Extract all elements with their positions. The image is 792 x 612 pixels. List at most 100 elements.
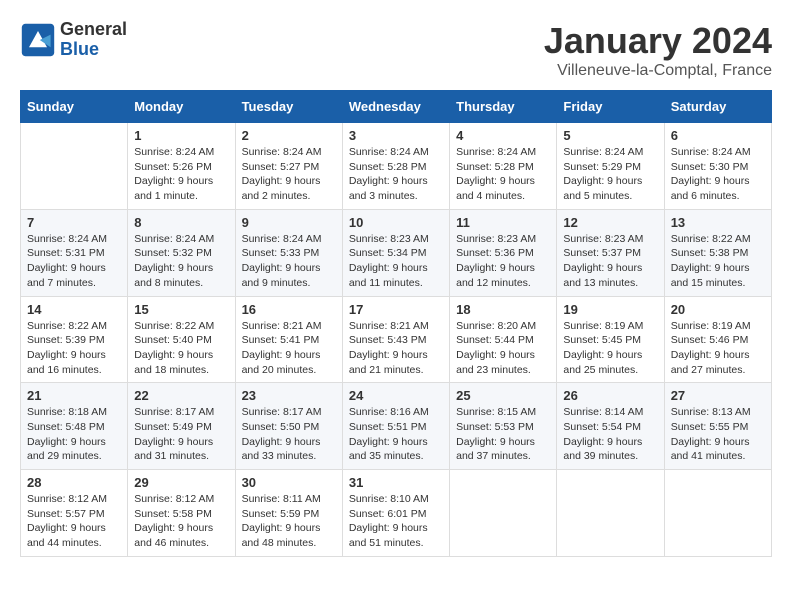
calendar-table: SundayMondayTuesdayWednesdayThursdayFrid… xyxy=(20,90,772,557)
day-number: 7 xyxy=(27,215,121,230)
day-info: Sunrise: 8:19 AM Sunset: 5:45 PM Dayligh… xyxy=(563,319,657,378)
day-number: 30 xyxy=(242,475,336,490)
day-info: Sunrise: 8:22 AM Sunset: 5:38 PM Dayligh… xyxy=(671,232,765,291)
calendar-cell: 11 Sunrise: 8:23 AM Sunset: 5:36 PM Dayli… xyxy=(450,209,557,296)
day-number: 25 xyxy=(456,388,550,403)
day-info: Sunrise: 8:21 AM Sunset: 5:41 PM Dayligh… xyxy=(242,319,336,378)
weekday-header-tuesday: Tuesday xyxy=(235,91,342,123)
day-info: Sunrise: 8:24 AM Sunset: 5:27 PM Dayligh… xyxy=(242,145,336,204)
day-number: 26 xyxy=(563,388,657,403)
calendar-cell: 8Sunrise: 8:24 AM Sunset: 5:32 PM Daylig… xyxy=(128,209,235,296)
page-header: General Blue January 2024 Villeneuve-la-… xyxy=(20,20,772,80)
day-number: 21 xyxy=(27,388,121,403)
calendar-cell: 25 Sunrise: 8:15 AM Sunset: 5:53 PM Dayli… xyxy=(450,383,557,470)
day-info: Sunrise: 8:10 AM Sunset: 6:01 PM Dayligh… xyxy=(349,492,443,551)
calendar-cell: 7Sunrise: 8:24 AM Sunset: 5:31 PM Daylig… xyxy=(21,209,128,296)
day-info: Sunrise: 8:24 AM Sunset: 5:32 PM Dayligh… xyxy=(134,232,228,291)
day-info: Sunrise: 8:19 AM Sunset: 5:46 PM Dayligh… xyxy=(671,319,765,378)
calendar-cell xyxy=(557,470,664,557)
day-number: 24 xyxy=(349,388,443,403)
weekday-header-sunday: Sunday xyxy=(21,91,128,123)
day-info: Sunrise: 8:23 AM Sunset: 5:37 PM Dayligh… xyxy=(563,232,657,291)
calendar-cell: 17Sunrise: 8:21 AM Sunset: 5:43 PM Dayli… xyxy=(342,296,449,383)
calendar-cell: 16 Sunrise: 8:21 AM Sunset: 5:41 PM Dayli… xyxy=(235,296,342,383)
day-number: 14 xyxy=(27,302,121,317)
day-info: Sunrise: 8:20 AM Sunset: 5:44 PM Dayligh… xyxy=(456,319,550,378)
title-block: January 2024 Villeneuve-la-Comptal, Fran… xyxy=(544,20,772,80)
calendar-cell: 28 Sunrise: 8:12 AM Sunset: 5:57 PM Dayli… xyxy=(21,470,128,557)
day-info: Sunrise: 8:22 AM Sunset: 5:40 PM Dayligh… xyxy=(134,319,228,378)
day-number: 3 xyxy=(349,128,443,143)
day-number: 5 xyxy=(563,128,657,143)
calendar-cell: 10 Sunrise: 8:23 AM Sunset: 5:34 PM Dayli… xyxy=(342,209,449,296)
weekday-header-saturday: Saturday xyxy=(664,91,771,123)
day-number: 13 xyxy=(671,215,765,230)
day-info: Sunrise: 8:13 AM Sunset: 5:55 PM Dayligh… xyxy=(671,405,765,464)
calendar-cell: 26 Sunrise: 8:14 AM Sunset: 5:54 PM Dayli… xyxy=(557,383,664,470)
day-number: 11 xyxy=(456,215,550,230)
calendar-cell: 15Sunrise: 8:22 AM Sunset: 5:40 PM Dayli… xyxy=(128,296,235,383)
day-number: 19 xyxy=(563,302,657,317)
calendar-cell: 1 Sunrise: 8:24 AM Sunset: 5:26 PM Daylig… xyxy=(128,123,235,210)
day-number: 1 xyxy=(134,128,228,143)
day-info: Sunrise: 8:11 AM Sunset: 5:59 PM Dayligh… xyxy=(242,492,336,551)
calendar-week-row: 21 Sunrise: 8:18 AM Sunset: 5:48 PM Dayli… xyxy=(21,383,772,470)
logo-general-text: General xyxy=(60,19,127,39)
logo-icon xyxy=(20,22,56,58)
calendar-cell: 19 Sunrise: 8:19 AM Sunset: 5:45 PM Dayli… xyxy=(557,296,664,383)
logo: General Blue xyxy=(20,20,127,60)
calendar-cell: 5 Sunrise: 8:24 AM Sunset: 5:29 PM Daylig… xyxy=(557,123,664,210)
calendar-cell xyxy=(21,123,128,210)
day-number: 20 xyxy=(671,302,765,317)
day-info: Sunrise: 8:14 AM Sunset: 5:54 PM Dayligh… xyxy=(563,405,657,464)
calendar-cell: 27 Sunrise: 8:13 AM Sunset: 5:55 PM Dayli… xyxy=(664,383,771,470)
day-info: Sunrise: 8:17 AM Sunset: 5:50 PM Dayligh… xyxy=(242,405,336,464)
day-number: 9 xyxy=(242,215,336,230)
day-info: Sunrise: 8:21 AM Sunset: 5:43 PM Dayligh… xyxy=(349,319,443,378)
calendar-cell: 21 Sunrise: 8:18 AM Sunset: 5:48 PM Dayli… xyxy=(21,383,128,470)
calendar-cell: 2Sunrise: 8:24 AM Sunset: 5:27 PM Daylig… xyxy=(235,123,342,210)
calendar-cell: 18Sunrise: 8:20 AM Sunset: 5:44 PM Dayli… xyxy=(450,296,557,383)
day-number: 28 xyxy=(27,475,121,490)
calendar-week-row: 28 Sunrise: 8:12 AM Sunset: 5:57 PM Dayli… xyxy=(21,470,772,557)
day-info: Sunrise: 8:23 AM Sunset: 5:34 PM Dayligh… xyxy=(349,232,443,291)
weekday-header-wednesday: Wednesday xyxy=(342,91,449,123)
day-info: Sunrise: 8:24 AM Sunset: 5:28 PM Dayligh… xyxy=(349,145,443,204)
day-info: Sunrise: 8:24 AM Sunset: 5:28 PM Dayligh… xyxy=(456,145,550,204)
calendar-cell: 31 Sunrise: 8:10 AM Sunset: 6:01 PM Dayli… xyxy=(342,470,449,557)
calendar-cell: 24 Sunrise: 8:16 AM Sunset: 5:51 PM Dayli… xyxy=(342,383,449,470)
weekday-header-row: SundayMondayTuesdayWednesdayThursdayFrid… xyxy=(21,91,772,123)
calendar-cell: 4 Sunrise: 8:24 AM Sunset: 5:28 PM Daylig… xyxy=(450,123,557,210)
day-number: 10 xyxy=(349,215,443,230)
day-info: Sunrise: 8:12 AM Sunset: 5:57 PM Dayligh… xyxy=(27,492,121,551)
calendar-week-row: 1 Sunrise: 8:24 AM Sunset: 5:26 PM Daylig… xyxy=(21,123,772,210)
calendar-cell: 3 Sunrise: 8:24 AM Sunset: 5:28 PM Daylig… xyxy=(342,123,449,210)
logo-blue-text: Blue xyxy=(60,39,99,59)
day-number: 4 xyxy=(456,128,550,143)
day-info: Sunrise: 8:24 AM Sunset: 5:33 PM Dayligh… xyxy=(242,232,336,291)
calendar-cell: 14Sunrise: 8:22 AM Sunset: 5:39 PM Dayli… xyxy=(21,296,128,383)
day-info: Sunrise: 8:24 AM Sunset: 5:26 PM Dayligh… xyxy=(134,145,228,204)
day-info: Sunrise: 8:18 AM Sunset: 5:48 PM Dayligh… xyxy=(27,405,121,464)
day-info: Sunrise: 8:15 AM Sunset: 5:53 PM Dayligh… xyxy=(456,405,550,464)
calendar-cell: 20 Sunrise: 8:19 AM Sunset: 5:46 PM Dayli… xyxy=(664,296,771,383)
day-number: 27 xyxy=(671,388,765,403)
calendar-cell: 23Sunrise: 8:17 AM Sunset: 5:50 PM Dayli… xyxy=(235,383,342,470)
day-info: Sunrise: 8:23 AM Sunset: 5:36 PM Dayligh… xyxy=(456,232,550,291)
calendar-cell: 12Sunrise: 8:23 AM Sunset: 5:37 PM Dayli… xyxy=(557,209,664,296)
day-info: Sunrise: 8:24 AM Sunset: 5:30 PM Dayligh… xyxy=(671,145,765,204)
calendar-cell: 6Sunrise: 8:24 AM Sunset: 5:30 PM Daylig… xyxy=(664,123,771,210)
calendar-cell: 30 Sunrise: 8:11 AM Sunset: 5:59 PM Dayli… xyxy=(235,470,342,557)
day-number: 29 xyxy=(134,475,228,490)
day-number: 22 xyxy=(134,388,228,403)
day-number: 16 xyxy=(242,302,336,317)
day-info: Sunrise: 8:12 AM Sunset: 5:58 PM Dayligh… xyxy=(134,492,228,551)
day-number: 31 xyxy=(349,475,443,490)
day-info: Sunrise: 8:24 AM Sunset: 5:29 PM Dayligh… xyxy=(563,145,657,204)
location-subtitle: Villeneuve-la-Comptal, France xyxy=(544,62,772,80)
day-info: Sunrise: 8:16 AM Sunset: 5:51 PM Dayligh… xyxy=(349,405,443,464)
calendar-cell xyxy=(664,470,771,557)
calendar-cell xyxy=(450,470,557,557)
calendar-cell: 29 Sunrise: 8:12 AM Sunset: 5:58 PM Dayli… xyxy=(128,470,235,557)
weekday-header-thursday: Thursday xyxy=(450,91,557,123)
